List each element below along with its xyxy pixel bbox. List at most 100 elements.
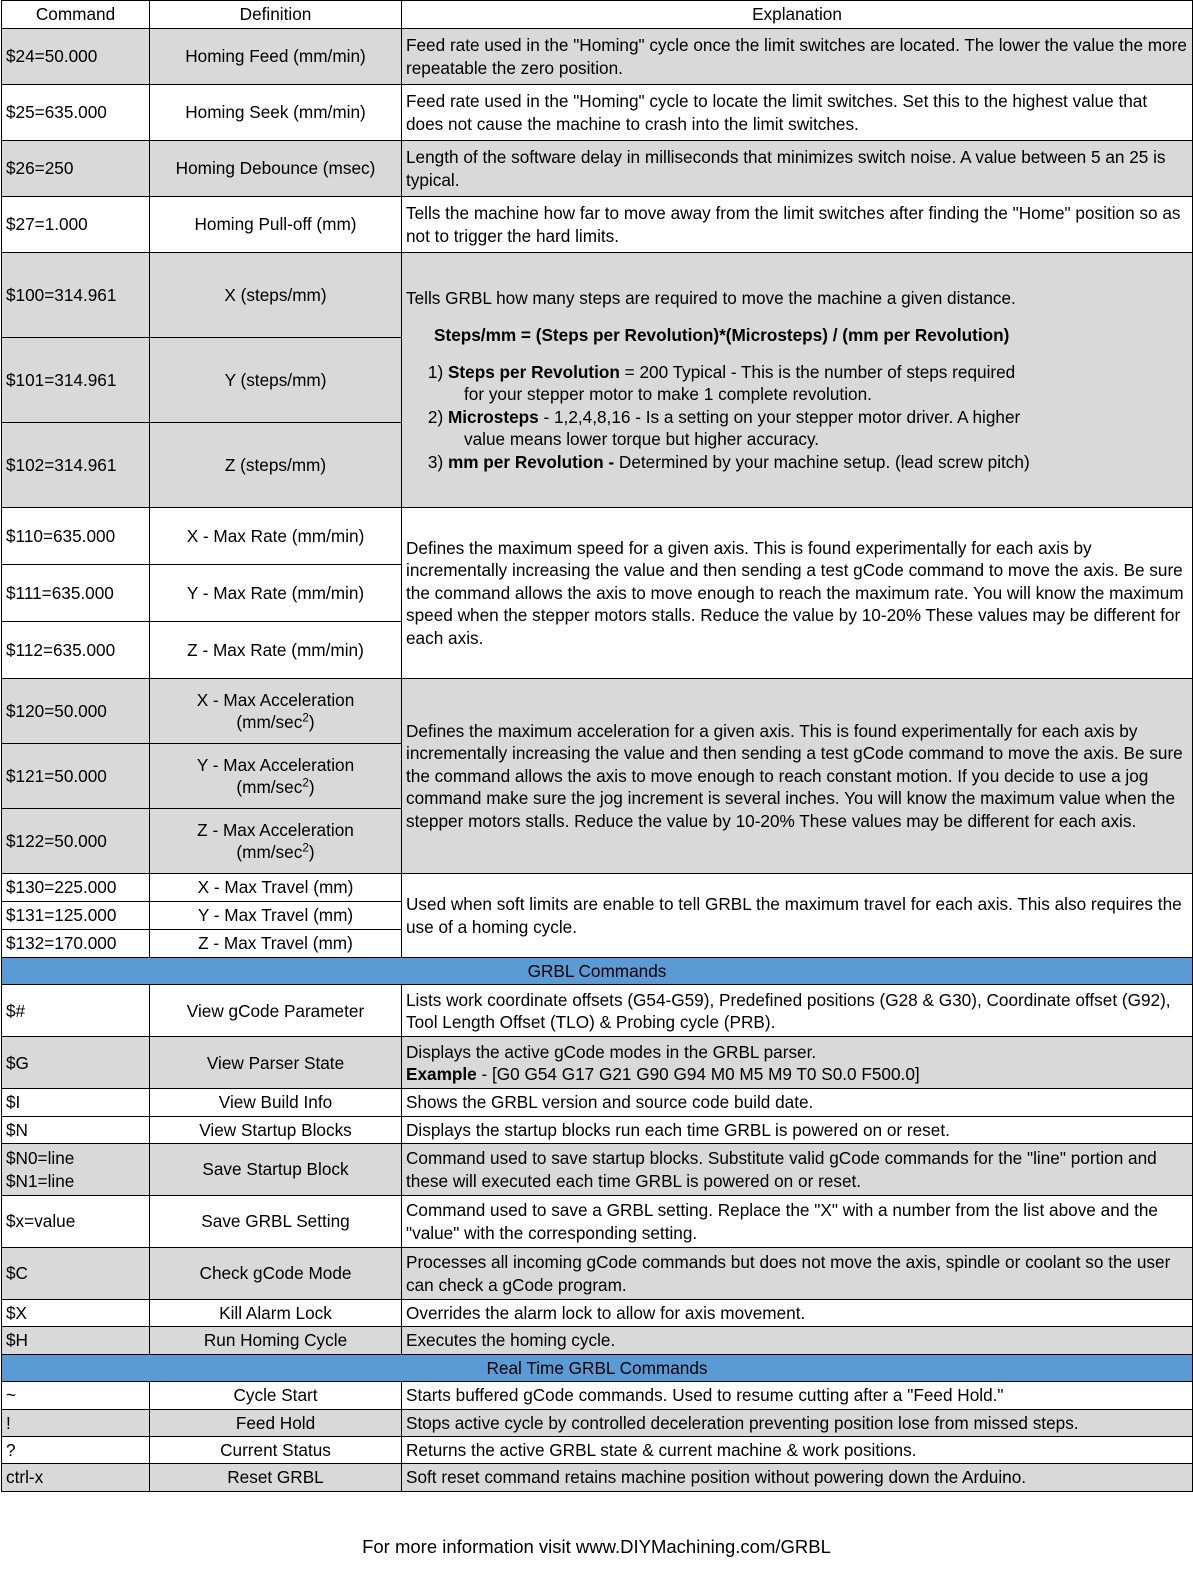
example-value: - [G0 G54 G17 G21 G90 G94 M0 M5 M9 T0 S0… [476, 1063, 920, 1084]
grbl-settings-table: Command Definition Explanation $24=50.00… [1, 0, 1193, 1492]
setting-explanation: Stops active cycle by controlled deceler… [401, 1408, 1193, 1437]
section-banner-label: GRBL Commands [1, 956, 1193, 986]
setting-definition: X (steps/mm) [149, 252, 402, 338]
setting-command: $102=314.961 [1, 422, 150, 508]
setting-definition: Kill Alarm Lock [149, 1299, 402, 1328]
max-rate-explanation: Defines the maximum speed for a given ax… [401, 507, 1193, 679]
setting-definition: Homing Seek (mm/min) [149, 84, 402, 141]
steps-item-2-text: - 1,2,4,8,16 - Is a setting on your step… [538, 406, 1021, 427]
setting-explanation: Command used to save startup blocks. Sub… [401, 1143, 1193, 1197]
setting-explanation: Returns the active GRBL state & current … [401, 1435, 1193, 1465]
table-row: $H Run Homing Cycle Executes the homing … [1, 1326, 1193, 1355]
steps-item-1-sub: for your stepper motor to make 1 complet… [464, 384, 872, 405]
steps-formula: Steps/mm = (Steps per Revolution)*(Micro… [434, 325, 1010, 346]
setting-command: $G [1, 1036, 150, 1090]
setting-command: $X [1, 1299, 150, 1328]
setting-explanation: Lists work coordinate offsets (G54-G59),… [401, 984, 1193, 1038]
setting-explanation: Soft reset command retains machine posit… [401, 1463, 1193, 1492]
setting-explanation: Overrides the alarm lock to allow for ax… [401, 1299, 1193, 1328]
table-row: ctrl-x Reset GRBL Soft reset command ret… [1, 1463, 1193, 1492]
setting-definition: Save Startup Block [149, 1143, 402, 1197]
steps-item-3: 3) mm per Revolution - Determined by you… [428, 451, 1188, 473]
setting-definition: X - Max Travel (mm) [149, 873, 402, 902]
table-row: $C Check gCode Mode Processes all incomi… [1, 1247, 1193, 1301]
column-header-explanation: Explanation [401, 0, 1193, 29]
steps-item-3-term: mm per Revolution - [447, 451, 615, 472]
setting-definition: Z - Max Travel (mm) [149, 929, 402, 958]
setting-command: $25=635.000 [1, 84, 150, 141]
table-row: $25=635.000 Homing Seek (mm/min) Feed ra… [1, 84, 1193, 141]
setting-explanation: Feed rate used in the "Homing" cycle onc… [401, 28, 1193, 85]
setting-command: $x=value [1, 1195, 150, 1249]
setting-command: ? [1, 1435, 150, 1465]
footer-note: For more information visit www.DIYMachin… [362, 1535, 831, 1557]
setting-command: $122=50.000 [1, 808, 150, 874]
setting-definition: Homing Debounce (msec) [149, 140, 402, 197]
setting-explanation: Processes all incoming gCode commands bu… [401, 1247, 1193, 1301]
steps-item-1-term: Steps per Revolution [447, 362, 620, 383]
table-row: $N0=line $N1=line Save Startup Block Com… [1, 1143, 1193, 1197]
definition-line-1: X - Max Acceleration [196, 689, 355, 710]
column-header-definition: Definition [149, 0, 402, 29]
setting-definition: View Startup Blocks [149, 1115, 402, 1145]
setting-definition: Y - Max Travel (mm) [149, 901, 402, 930]
table-row: $I View Build Info Shows the GRBL versio… [1, 1088, 1193, 1117]
max-travel-explanation: Used when soft limits are enable to tell… [401, 873, 1193, 958]
setting-definition: Z - Max Acceleration (mm/sec2) [149, 808, 402, 874]
steps-item-1: 1) Steps per Revolution = 200 Typical - … [428, 361, 1188, 383]
setting-command: $H [1, 1326, 150, 1355]
setting-explanation: Executes the homing cycle. [401, 1326, 1193, 1355]
setting-command: $131=125.000 [1, 901, 150, 930]
section-banner-label: Real Time GRBL Commands [1, 1353, 1193, 1383]
table-row: $# View gCode Parameter Lists work coord… [1, 984, 1193, 1038]
setting-definition: Current Status [149, 1435, 402, 1465]
table-row: $100=314.961 X (steps/mm) Tells GRBL how… [1, 252, 1193, 508]
section-banner-grbl-commands: GRBL Commands [1, 956, 1193, 986]
setting-command: $N [1, 1115, 150, 1145]
setting-explanation: Tells the machine how far to move away f… [401, 196, 1193, 253]
steps-item-3-text: Determined by your machine setup. (lead … [614, 451, 1030, 472]
setting-definition: Y (steps/mm) [149, 337, 402, 423]
setting-command: $101=314.961 [1, 337, 150, 423]
table-row: $G View Parser State Displays the active… [1, 1036, 1193, 1090]
steps-item-2-term: Microsteps [447, 406, 539, 427]
setting-explanation: Starts buffered gCode commands. Used to … [401, 1381, 1193, 1410]
setting-definition: X - Max Rate (mm/min) [149, 507, 402, 565]
setting-definition: Feed Hold [149, 1408, 402, 1437]
setting-definition: View gCode Parameter [149, 984, 402, 1038]
steps-item-3-number: 3) [427, 451, 448, 472]
section-banner-real-time-grbl-commands: Real Time GRBL Commands [1, 1353, 1193, 1383]
steps-item-1-number: 1) [427, 362, 448, 383]
setting-explanation: Shows the GRBL version and source code b… [401, 1088, 1193, 1117]
setting-command: $100=314.961 [1, 252, 150, 338]
setting-explanation: Length of the software delay in millisec… [401, 140, 1193, 197]
table-row: $x=value Save GRBL Setting Command used … [1, 1195, 1193, 1249]
setting-command: $27=1.000 [1, 196, 150, 253]
setting-definition: Check gCode Mode [149, 1247, 402, 1301]
explanation-line-1: Displays the active gCode modes in the G… [406, 1041, 817, 1062]
steps-item-1-text: = 200 Typical - This is the number of st… [619, 362, 1016, 383]
steps-item-2: 2) Microsteps - 1,2,4,8,16 - Is a settin… [428, 406, 1188, 428]
definition-line-2: (mm/sec2) [236, 776, 315, 797]
table-row: $110=635.000 X - Max Rate (mm/min) Defin… [1, 507, 1193, 679]
table-row: $130=225.000 X - Max Travel (mm) Used wh… [1, 873, 1193, 958]
setting-definition: X - Max Acceleration (mm/sec2) [149, 678, 402, 744]
max-acceleration-explanation: Defines the maximum acceleration for a g… [401, 678, 1193, 874]
setting-command: $I [1, 1088, 150, 1117]
setting-definition: Homing Feed (mm/min) [149, 28, 402, 85]
setting-definition: Reset GRBL [149, 1463, 402, 1492]
setting-command: ! [1, 1408, 150, 1437]
table-row: $27=1.000 Homing Pull-off (mm) Tells the… [1, 196, 1193, 253]
setting-command: $130=225.000 [1, 873, 150, 902]
setting-definition: View Build Info [149, 1088, 402, 1117]
definition-line-2: (mm/sec2) [236, 711, 315, 732]
setting-command: $N0=line $N1=line [1, 1143, 150, 1197]
definition-line-2: (mm/sec2) [236, 841, 315, 862]
setting-definition: View Parser State [149, 1036, 402, 1090]
setting-definition: Run Homing Cycle [149, 1326, 402, 1355]
table-row: ! Feed Hold Stops active cycle by contro… [1, 1408, 1193, 1437]
setting-command: $121=50.000 [1, 743, 150, 809]
setting-command: $111=635.000 [1, 564, 150, 622]
setting-command: ~ [1, 1381, 150, 1410]
table-row: ? Current Status Returns the active GRBL… [1, 1435, 1193, 1465]
